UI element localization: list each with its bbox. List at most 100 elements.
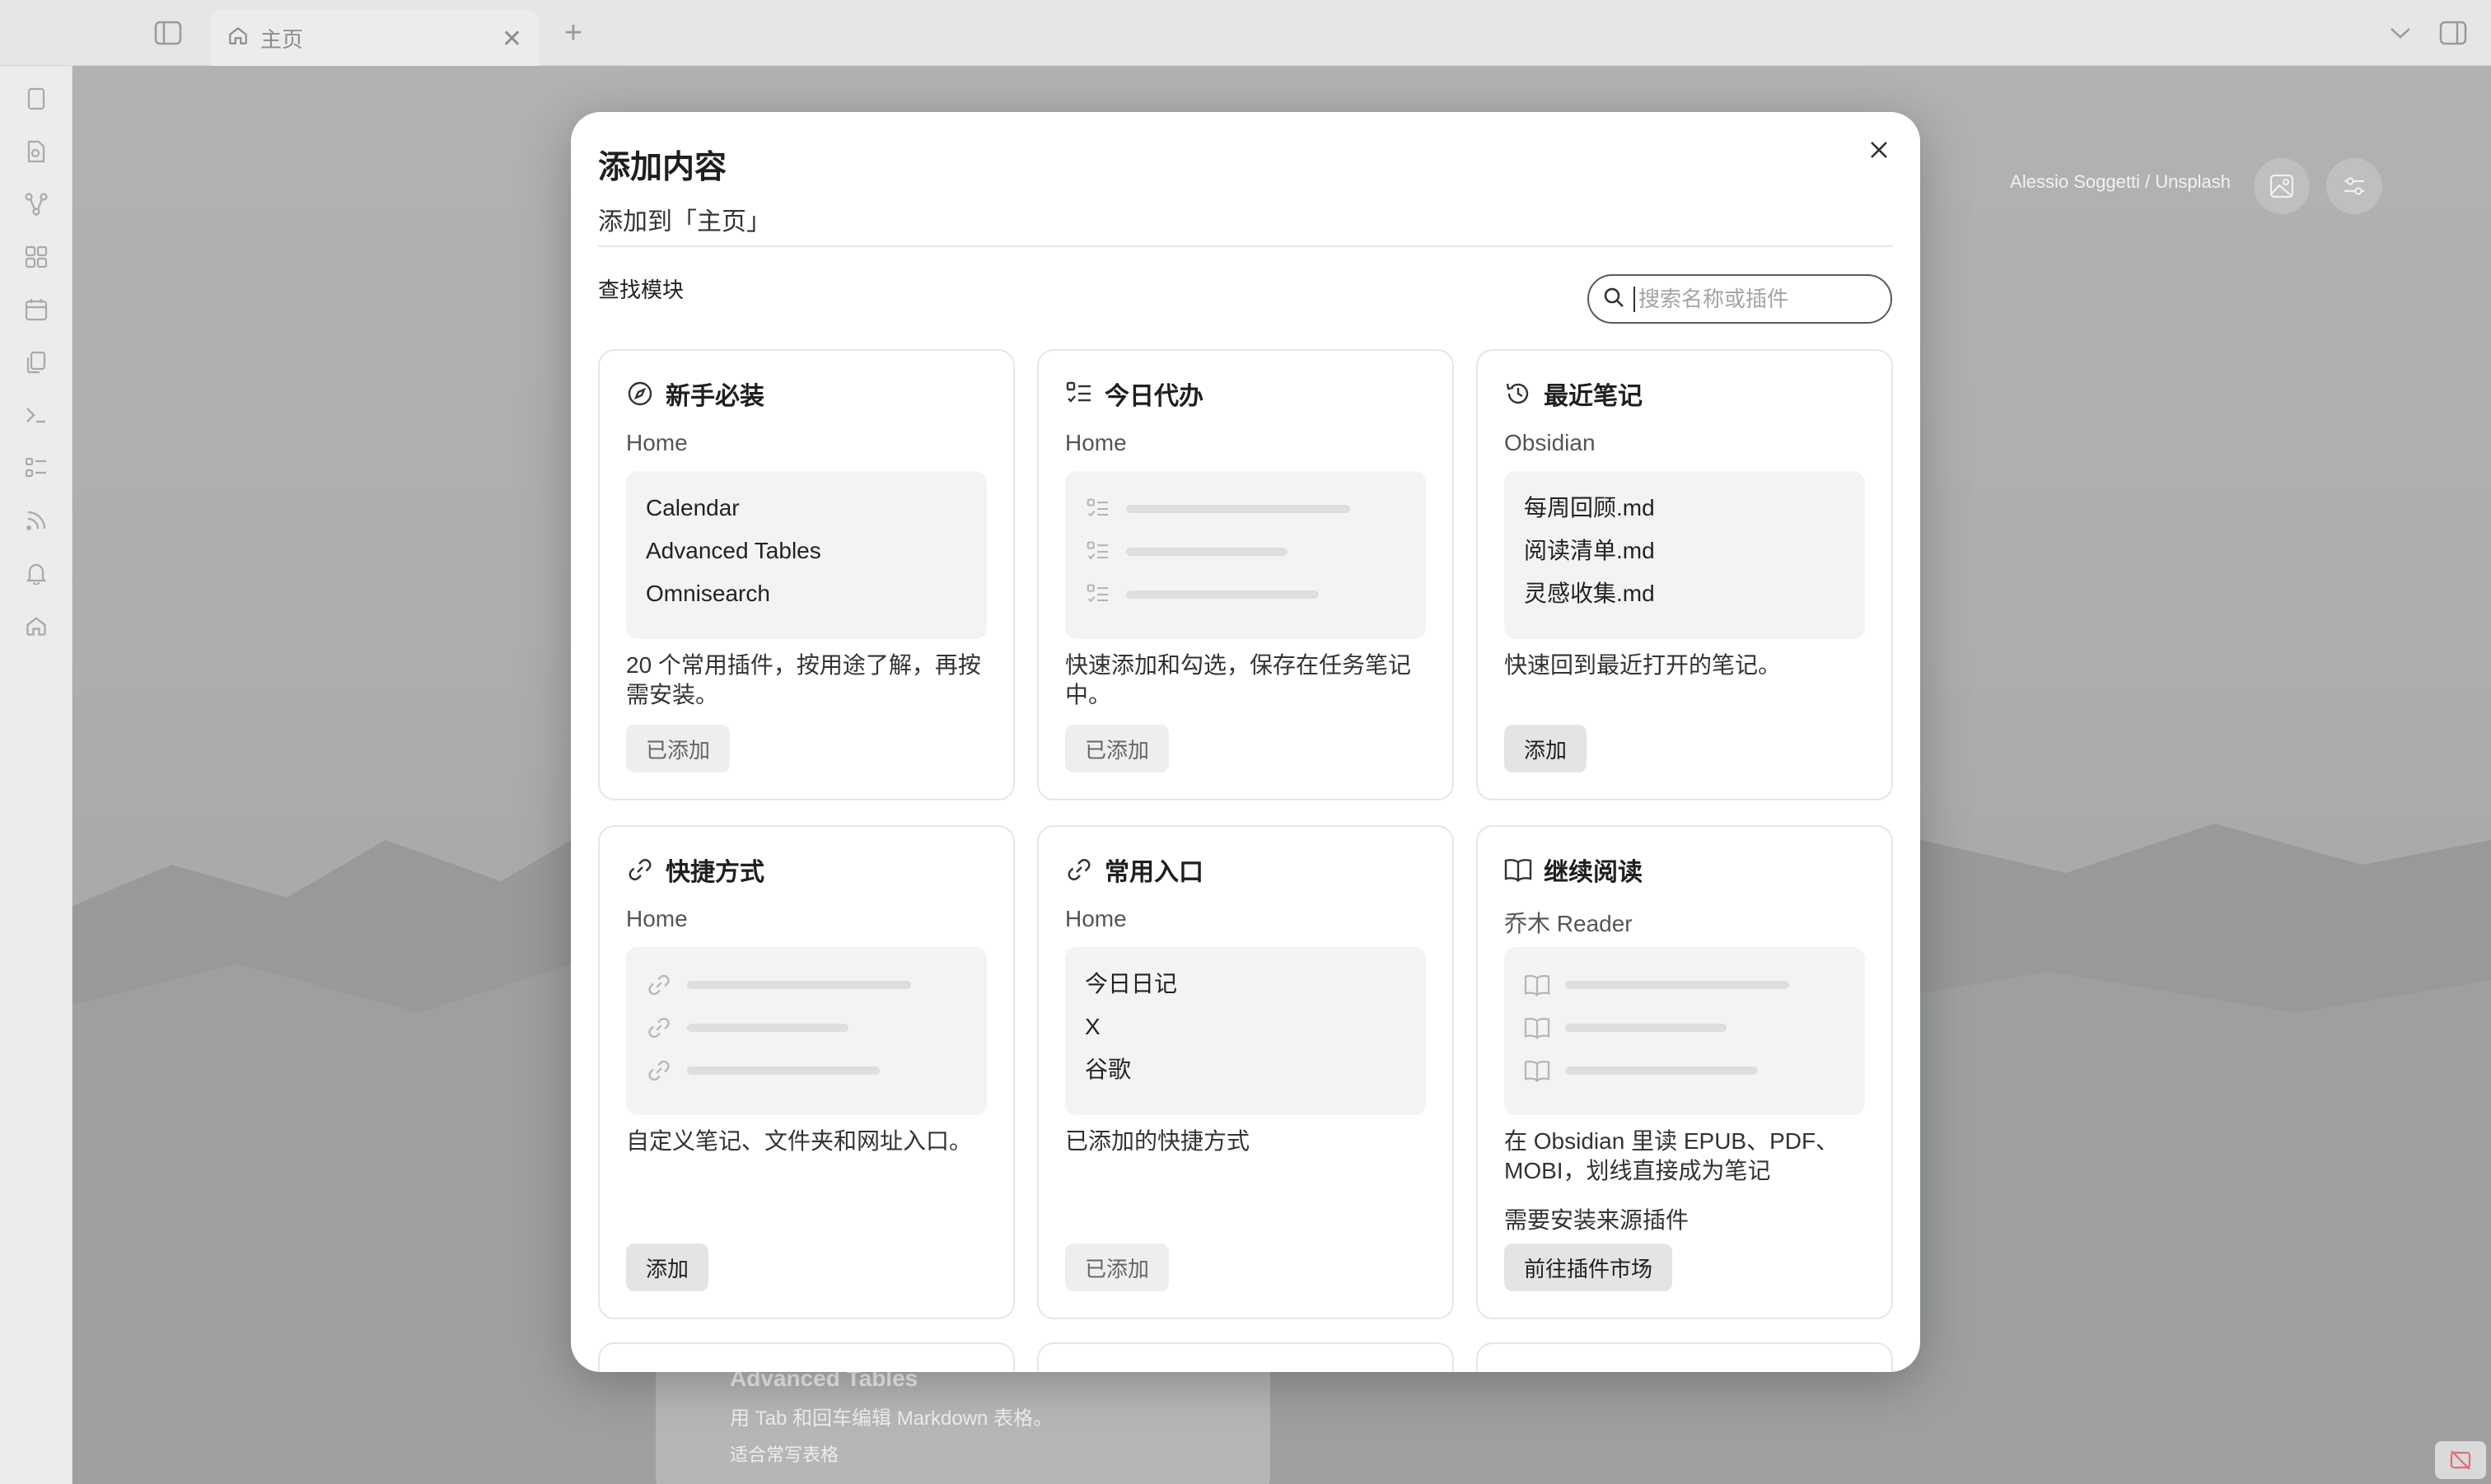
history-icon bbox=[1504, 380, 1532, 408]
image-icon[interactable] bbox=[2254, 158, 2310, 214]
link-icon bbox=[646, 1015, 672, 1041]
link-icon bbox=[646, 1057, 672, 1084]
card-title: 继续阅读 bbox=[1544, 859, 1643, 886]
photo-credit[interactable]: Alessio Soggetti / Unsplash bbox=[2010, 171, 2231, 193]
module-card-partial bbox=[1476, 1342, 1893, 1372]
card-title: 最近笔记 bbox=[1544, 383, 1643, 410]
preview-line: 阅读清单.md bbox=[1524, 538, 1655, 563]
added-button[interactable]: 已添加 bbox=[1065, 725, 1170, 772]
checklist-icon bbox=[1085, 496, 1111, 522]
card-source: Home bbox=[626, 906, 688, 931]
card-description: 在 Obsidian 里读 EPUB、PDF、MOBI，划线直接成为笔记 bbox=[1504, 1128, 1839, 1183]
card-requirement-note: 需要安装来源插件 bbox=[1504, 1207, 1689, 1233]
preview-line: 每周回顾.md bbox=[1524, 495, 1655, 520]
book-icon bbox=[1524, 972, 1550, 998]
preview-line: X bbox=[1085, 1014, 1101, 1039]
modal-title: 添加内容 bbox=[598, 150, 727, 185]
card-description: 快速回到最近打开的笔记。 bbox=[1504, 652, 1782, 678]
card-title: 常用入口 bbox=[1105, 859, 1203, 886]
preview-line: Calendar bbox=[646, 495, 740, 520]
book-icon bbox=[1524, 1057, 1550, 1084]
card-description: 已添加的快捷方式 bbox=[1065, 1128, 1250, 1154]
search-icon bbox=[1602, 286, 1625, 313]
card-preview: Calendar Advanced Tables Omnisearch bbox=[626, 471, 987, 639]
add-button[interactable]: 添加 bbox=[626, 1244, 709, 1291]
copy-icon[interactable] bbox=[23, 349, 49, 376]
graph-icon[interactable] bbox=[23, 191, 49, 217]
chevron-down-icon[interactable] bbox=[2386, 18, 2415, 48]
checklist-icon bbox=[1085, 581, 1111, 608]
find-modules-label: 查找模块 bbox=[598, 278, 685, 302]
card-preview: 每周回顾.md 阅读清单.md 灵感收集.md bbox=[1504, 471, 1865, 639]
card-source: Obsidian bbox=[1504, 430, 1596, 455]
sidebar-toggle-icon[interactable] bbox=[153, 18, 183, 48]
bg-card-desc: 用 Tab 和回车编辑 Markdown 表格。 bbox=[730, 1407, 1054, 1430]
preview-line: Omnisearch bbox=[646, 581, 770, 606]
card-description: 20 个常用插件，按用途了解，再按需安装。 bbox=[626, 652, 981, 707]
link-icon bbox=[626, 856, 654, 884]
file-search-icon[interactable] bbox=[23, 138, 49, 165]
left-ribbon bbox=[0, 66, 72, 1484]
right-sidebar-toggle-icon[interactable] bbox=[2438, 18, 2468, 48]
list-icon[interactable] bbox=[23, 455, 49, 481]
compass-icon bbox=[626, 380, 654, 408]
new-tab-icon[interactable]: + bbox=[558, 16, 588, 50]
checklist-icon bbox=[1065, 380, 1093, 408]
module-card-shortcuts: 快捷方式 Home 自定义笔记、文件夹和网址入口。 添加 bbox=[598, 825, 1015, 1319]
close-icon[interactable] bbox=[1859, 130, 1899, 170]
title-bar: 主页 ✕ + bbox=[0, 0, 2491, 66]
card-preview-skeleton bbox=[1504, 947, 1865, 1115]
preview-line: 谷歌 bbox=[1085, 1057, 1132, 1082]
added-button[interactable]: 已添加 bbox=[1065, 1244, 1170, 1291]
search-box[interactable] bbox=[1587, 274, 1892, 324]
sliders-icon[interactable] bbox=[2326, 158, 2382, 214]
home-icon bbox=[227, 25, 249, 52]
card-source: Home bbox=[1065, 906, 1127, 931]
link-icon bbox=[646, 972, 672, 998]
rss-icon[interactable] bbox=[23, 507, 49, 534]
add-button[interactable]: 添加 bbox=[1504, 725, 1587, 772]
preview-line: 今日日记 bbox=[1085, 971, 1178, 996]
plugin-market-button[interactable]: 前往插件市场 bbox=[1504, 1244, 1673, 1291]
card-preview-skeleton bbox=[1065, 471, 1426, 639]
module-card-recent-notes: 最近笔记 Obsidian 每周回顾.md 阅读清单.md 灵感收集.md 快速… bbox=[1476, 349, 1893, 800]
link-icon bbox=[1065, 856, 1093, 884]
checklist-icon bbox=[1085, 539, 1111, 565]
book-icon bbox=[1504, 856, 1532, 884]
book-icon bbox=[1524, 1015, 1550, 1041]
terminal-icon[interactable] bbox=[23, 402, 49, 428]
tab-home[interactable]: 主页 ✕ bbox=[211, 10, 539, 66]
card-source: Home bbox=[1065, 430, 1127, 455]
card-description: 自定义笔记、文件夹和网址入口。 bbox=[626, 1128, 973, 1154]
preview-line: 灵感收集.md bbox=[1524, 581, 1655, 606]
card-title: 快捷方式 bbox=[666, 859, 764, 886]
module-card-continue-reading: 继续阅读 乔木 Reader 在 Obsidian 里读 EPUB、PDF、MO… bbox=[1476, 825, 1893, 1319]
add-content-modal: 添加内容 添加到「主页」 查找模块 新手必装 Home Calendar Adv… bbox=[571, 112, 1920, 1372]
card-description: 快速添加和勾选，保存在任务笔记中。 bbox=[1065, 652, 1412, 707]
card-preview-skeleton bbox=[626, 947, 987, 1115]
card-title: 新手必装 bbox=[666, 383, 764, 410]
divider bbox=[598, 245, 1893, 247]
search-input[interactable] bbox=[1633, 286, 1872, 312]
added-button[interactable]: 已添加 bbox=[626, 725, 731, 772]
card-source: 乔木 Reader bbox=[1504, 911, 1633, 936]
module-card-common-entries: 常用入口 Home 今日日记 X 谷歌 已添加的快捷方式 已添加 bbox=[1037, 825, 1454, 1319]
modal-subtitle: 添加到「主页」 bbox=[598, 208, 771, 236]
card-title: 今日代办 bbox=[1105, 383, 1203, 410]
file-icon[interactable] bbox=[23, 86, 49, 112]
tab-close-icon[interactable]: ✕ bbox=[502, 25, 522, 54]
bell-icon[interactable] bbox=[23, 560, 49, 586]
preview-line: Advanced Tables bbox=[646, 538, 821, 563]
module-card-partial bbox=[598, 1342, 1015, 1372]
module-card-todo: 今日代办 Home 快速添加和勾选，保存在任务笔记中。 已添加 bbox=[1037, 349, 1454, 800]
bg-card-sub: 适合常写表格 bbox=[730, 1444, 839, 1465]
card-source: Home bbox=[626, 430, 688, 455]
module-card-partial bbox=[1037, 1342, 1454, 1372]
tab-label: 主页 bbox=[260, 26, 304, 52]
module-card-beginner: 新手必装 Home Calendar Advanced Tables Omnis… bbox=[598, 349, 1015, 800]
calendar-icon[interactable] bbox=[23, 296, 49, 323]
dashboard-icon[interactable] bbox=[23, 244, 49, 270]
card-preview: 今日日记 X 谷歌 bbox=[1065, 947, 1426, 1115]
home-icon[interactable] bbox=[23, 613, 49, 639]
sync-error-icon[interactable] bbox=[2435, 1441, 2486, 1479]
